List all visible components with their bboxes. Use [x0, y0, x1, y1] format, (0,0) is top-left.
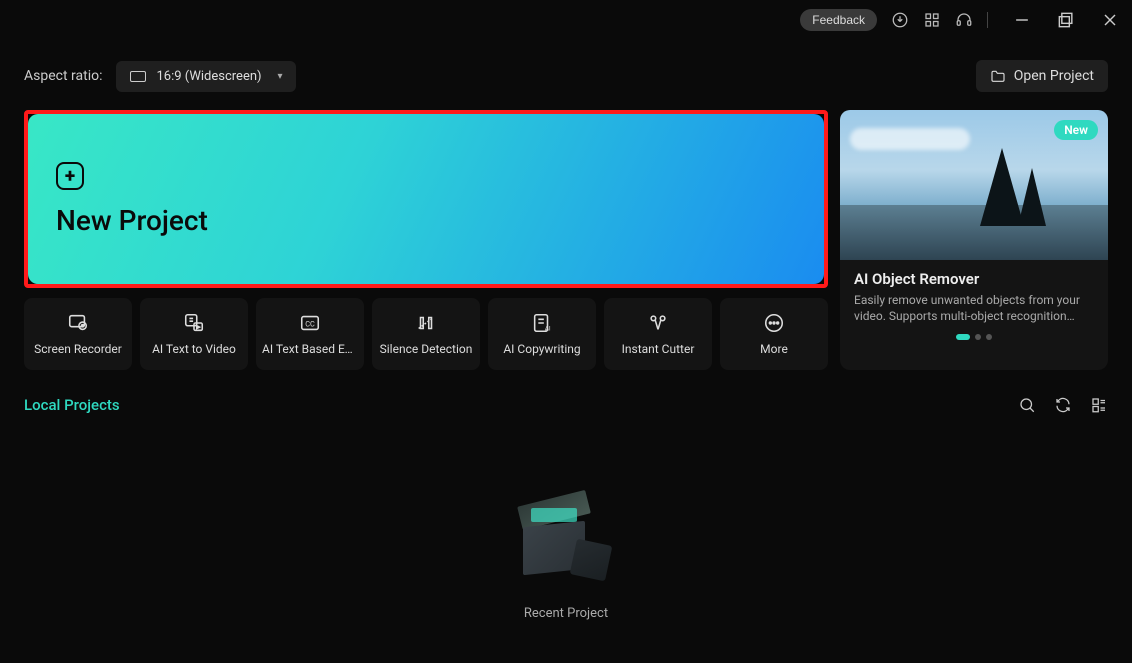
main-row: + New Project Screen Recorder AI Text to… [0, 110, 1132, 370]
aspect-ratio-icon [130, 71, 146, 82]
folder-icon [990, 69, 1006, 83]
empty-state: Recent Project [0, 424, 1132, 621]
scissors-icon [647, 312, 669, 334]
screen-recorder-icon [67, 312, 89, 334]
highlighted-region: + New Project [24, 110, 828, 288]
tool-more[interactable]: More [720, 298, 828, 370]
tool-label: AI Copywriting [497, 342, 586, 356]
window-maximize-button[interactable] [1056, 10, 1076, 30]
open-project-label: Open Project [1014, 68, 1094, 84]
tool-ai-copywriting[interactable]: AI AI Copywriting [488, 298, 596, 370]
feature-image: New [840, 110, 1108, 260]
toolbar: Aspect ratio: 16:9 (Widescreen) ▾ Open P… [0, 40, 1132, 110]
view-toggle-icon[interactable] [1090, 396, 1108, 414]
tool-ai-text-based-edit[interactable]: CC AI Text Based Edi... [256, 298, 364, 370]
apps-grid-icon[interactable] [923, 11, 941, 29]
tool-label: Instant Cutter [616, 342, 701, 356]
aspect-ratio-value: 16:9 (Widescreen) [156, 69, 267, 84]
feedback-button[interactable]: Feedback [800, 9, 877, 31]
tool-ai-text-to-video[interactable]: AI Text to Video [140, 298, 248, 370]
carousel-dot[interactable] [975, 334, 981, 340]
tool-silence-detection[interactable]: Silence Detection [372, 298, 480, 370]
tool-screen-recorder[interactable]: Screen Recorder [24, 298, 132, 370]
aspect-ratio-label: Aspect ratio: [24, 68, 102, 84]
text-to-video-icon [183, 312, 205, 334]
tool-instant-cutter[interactable]: Instant Cutter [604, 298, 712, 370]
carousel-dot[interactable] [986, 334, 992, 340]
open-project-button[interactable]: Open Project [976, 60, 1108, 92]
download-icon[interactable] [891, 11, 909, 29]
more-icon [763, 312, 785, 334]
local-projects-tab[interactable]: Local Projects [24, 396, 120, 414]
tool-label: AI Text Based Edi... [256, 342, 364, 356]
copywriting-icon: AI [531, 312, 553, 334]
window-close-button[interactable] [1100, 10, 1120, 30]
support-headset-icon[interactable] [955, 11, 973, 29]
empty-state-label: Recent Project [524, 606, 608, 621]
feature-description: Easily remove unwanted objects from your… [854, 292, 1094, 324]
search-icon[interactable] [1018, 396, 1036, 414]
new-project-label: New Project [56, 204, 824, 237]
separator [987, 12, 988, 28]
carousel-dot[interactable] [956, 334, 970, 340]
tools-row: Screen Recorder AI Text to Video CC AI T… [24, 298, 828, 370]
new-badge: New [1054, 120, 1098, 140]
silence-detection-icon [415, 312, 437, 334]
feature-title: AI Object Remover [854, 270, 1094, 288]
aspect-ratio-dropdown[interactable]: 16:9 (Widescreen) ▾ [116, 61, 296, 92]
svg-text:CC: CC [305, 320, 315, 329]
empty-box-illustration [511, 486, 621, 582]
tool-label: Silence Detection [374, 342, 479, 356]
new-project-card[interactable]: + New Project [28, 114, 824, 284]
carousel-dots[interactable] [854, 334, 1094, 340]
window-minimize-button[interactable] [1012, 10, 1032, 30]
chevron-down-icon: ▾ [277, 71, 282, 82]
refresh-icon[interactable] [1054, 396, 1072, 414]
titlebar: Feedback [0, 0, 1132, 40]
tool-label: More [754, 342, 794, 356]
local-projects-header: Local Projects [0, 370, 1132, 424]
plus-icon: + [56, 162, 84, 190]
cc-icon: CC [299, 312, 321, 334]
svg-text:AI: AI [545, 324, 551, 332]
feature-card[interactable]: New AI Object Remover Easily remove unwa… [840, 110, 1108, 370]
tool-label: Screen Recorder [28, 342, 128, 356]
tool-label: AI Text to Video [146, 342, 242, 356]
